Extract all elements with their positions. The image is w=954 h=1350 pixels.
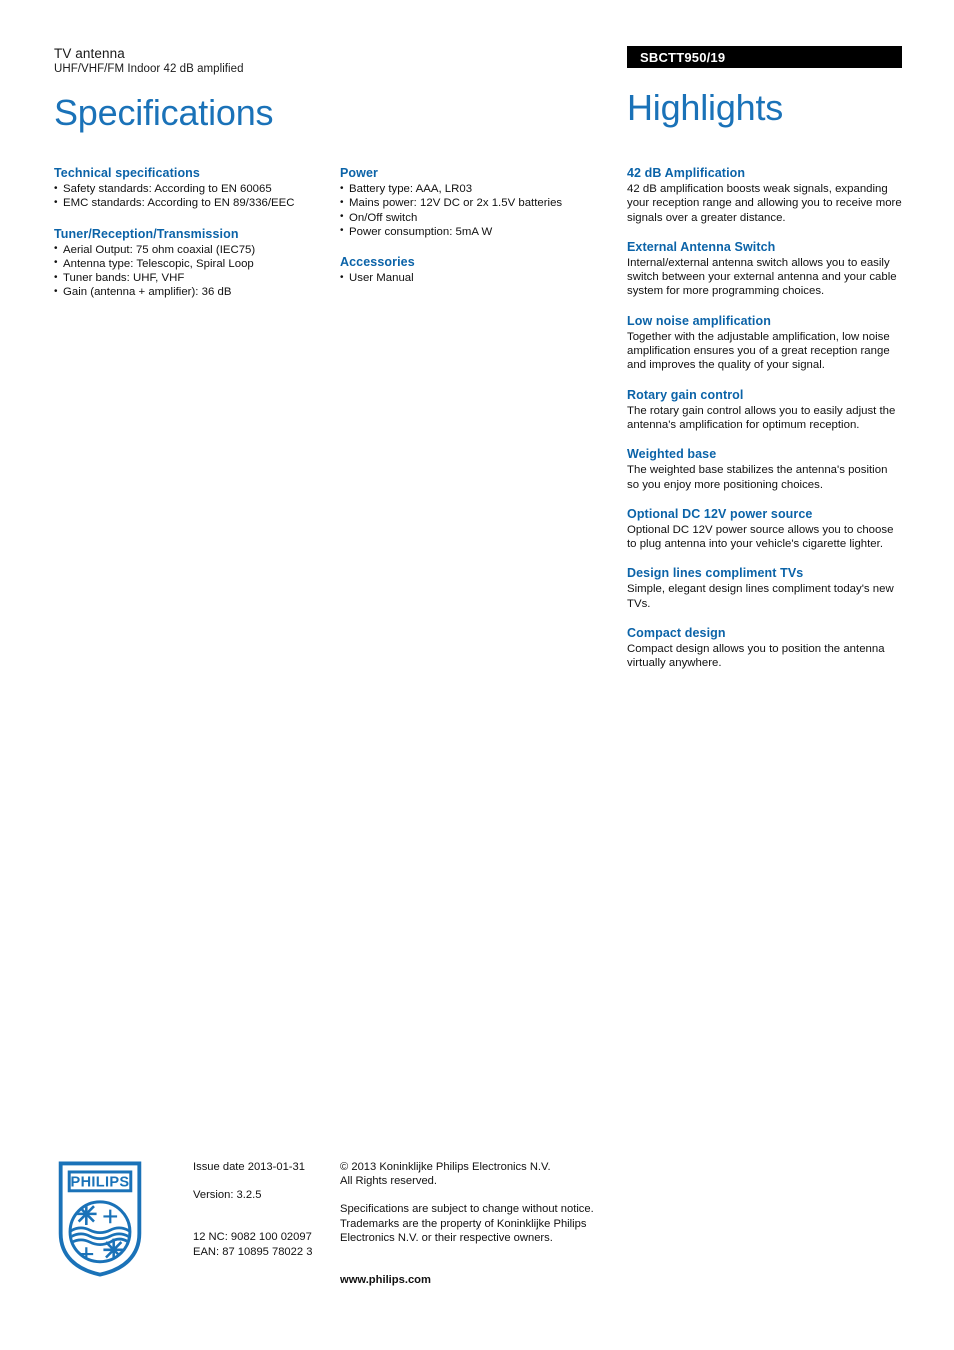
highlight-item: External Antenna Switch Internal/externa… [627,240,902,299]
highlight-body: 42 dB amplification boosts weak signals,… [627,183,902,224]
spec-item: Power consumption: 5mA W [340,224,612,239]
ean-code: EAN: 87 10895 78022 3 [193,1245,313,1258]
disclaimer-line: Trademarks are the property of Koninklij… [340,1217,587,1230]
product-code-banner: SBCTT950/19 [627,46,902,68]
highlights-column: 42 dB Amplification 42 dB amplification … [627,166,902,671]
highlight-body: The rotary gain control allows you to ea… [627,404,896,431]
spec-item-list: Safety standards: According to EN 60065 … [54,181,326,211]
highlight-item: Low noise amplification Together with th… [627,314,902,373]
spec-section-title: Power [340,166,379,180]
copyright-line: © 2013 Koninklijke Philips Electronics N… [340,1161,551,1173]
product-subtitle: UHF/VHF/FM Indoor 42 dB amplified [54,63,244,75]
right-header: SBCTT950/19 Highlights [627,46,902,128]
spec-item: Safety standards: According to EN 60065 [54,181,326,196]
page-title-specifications: Specifications [54,92,274,133]
footer-legal-column: © 2013 Koninklijke Philips Electronics N… [340,1160,610,1287]
spec-item-list: Battery type: AAA, LR03 Mains power: 12V… [340,181,612,239]
philips-shield-icon: PHILIPS [58,1161,142,1277]
spec-item-list: Aerial Output: 75 ohm coaxial (IEC75) An… [54,242,326,300]
spec-section-accessories: Accessories User Manual [340,255,612,285]
spec-section-technical: Technical specifications Safety standard… [54,166,326,211]
spec-section-title: Technical specifications [54,166,200,180]
highlight-item: 42 dB Amplification 42 dB amplification … [627,166,902,225]
page-footer: PHILIPS Issue date 2013-01-31 Version: 3… [0,1155,954,1290]
highlight-body: The weighted base stabilizes the antenna… [627,464,888,491]
product-category: TV antenna [54,46,125,61]
spec-item: Tuner bands: UHF, VHF [54,271,326,286]
version: Version: 3.2.5 [193,1189,262,1202]
twelve-nc-code: 12 NC: 9082 100 02097 [193,1231,312,1244]
website-link[interactable]: www.philips.com [340,1273,610,1287]
disclaimer-line: Electronics N.V. or their respective own… [340,1231,553,1244]
spec-item: User Manual [340,271,612,286]
spec-item: EMC standards: According to EN 89/336/EE… [54,196,326,211]
highlight-body: Together with the adjustable amplificati… [627,330,890,372]
svg-text:PHILIPS: PHILIPS [71,1175,130,1191]
spec-item: Battery type: AAA, LR03 [340,181,612,196]
philips-logo: PHILIPS [57,1160,143,1278]
page-title-highlights: Highlights [627,87,784,128]
highlight-title: Low noise amplification [627,313,771,328]
highlight-item: Optional DC 12V power source Optional DC… [627,507,902,552]
spec-item: Gain (antenna + amplifier): 36 dB [54,285,326,300]
highlight-item: Weighted base The weighted base stabiliz… [627,447,902,492]
highlight-title: Rotary gain control [627,387,744,402]
product-code-text: SBCTT950/19 [640,49,726,65]
highlight-title: Optional DC 12V power source [627,506,813,521]
highlight-title: 42 dB Amplification [627,166,746,180]
product-leaflet-page: TV antenna UHF/VHF/FM Indoor 42 dB ampli… [0,0,954,1350]
spec-section-title: Accessories [340,255,415,270]
rights-line: All Rights reserved. [340,1175,437,1188]
highlight-title: Compact design [627,626,726,641]
spec-section-tuner-reception-transmission: Tuner/Reception/Transmission Aerial Outp… [54,227,326,300]
spec-item-list: User Manual [340,271,612,286]
footer-meta-column: Issue date 2013-01-31 Version: 3.2.5 12 … [193,1160,333,1259]
left-header: TV antenna UHF/VHF/FM Indoor 42 dB ampli… [54,46,574,133]
spec-item: Aerial Output: 75 ohm coaxial (IEC75) [54,242,326,257]
spec-item: Mains power: 12V DC or 2x 1.5V batteries [340,196,612,211]
spec-section-title: Tuner/Reception/Transmission [54,226,239,241]
disclaimer-line: Specifications are subject to change wit… [340,1203,594,1216]
spec-item: On/Off switch [340,210,612,225]
highlight-body: Optional DC 12V power source allows you … [627,523,894,551]
spec-item: Antenna type: Telescopic, Spiral Loop [54,256,326,271]
highlight-body: Compact design allows you to position th… [627,643,885,670]
highlight-title: External Antenna Switch [627,239,776,254]
spec-section-power: Power Battery type: AAA, LR03 Mains powe… [340,166,612,239]
issue-date: Issue date 2013-01-31 [193,1161,305,1173]
highlight-item: Design lines compliment TVs Simple, eleg… [627,566,902,611]
highlight-title: Weighted base [627,447,717,462]
highlight-item: Rotary gain control The rotary gain cont… [627,388,902,433]
spec-column-1: Technical specifications Safety standard… [54,166,326,300]
highlight-body: Internal/external antenna switch allows … [627,256,897,298]
highlight-item: Compact design Compact design allows you… [627,626,902,671]
spec-column-2: Power Battery type: AAA, LR03 Mains powe… [340,166,612,285]
highlight-title: Design lines compliment TVs [627,566,804,581]
highlight-body: Simple, elegant design lines compliment … [627,583,894,610]
